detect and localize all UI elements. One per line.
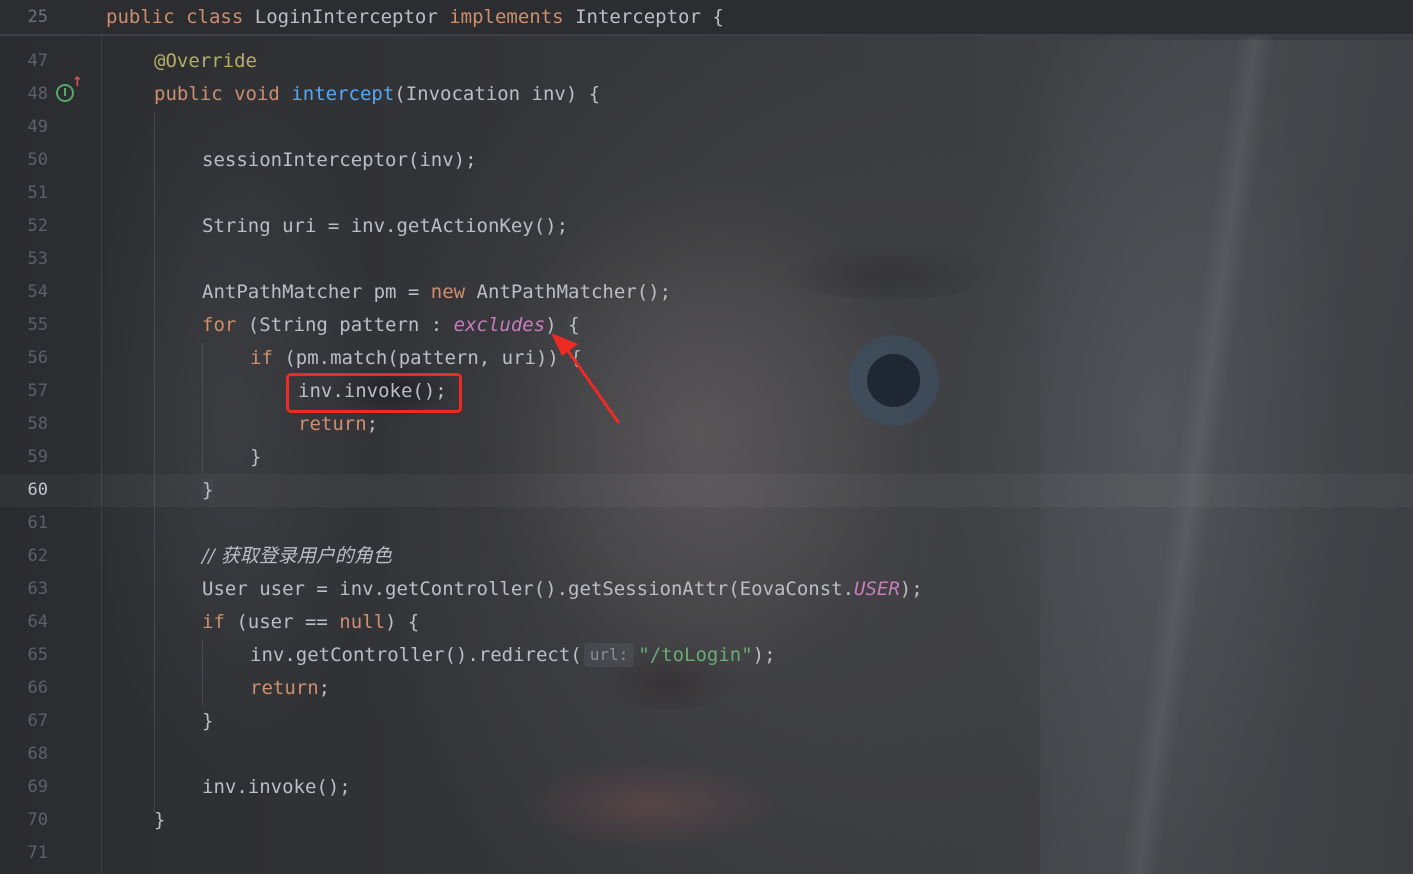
line-number: 25 bbox=[27, 7, 48, 27]
annotation-arrow-head bbox=[551, 333, 578, 356]
code-editor[interactable]: 25 public class LoginInterceptor impleme… bbox=[0, 0, 1413, 874]
interface-name: Interceptor { bbox=[575, 6, 724, 28]
keyword: implements bbox=[449, 6, 564, 28]
keyword: class bbox=[186, 6, 244, 28]
annotation-arrow bbox=[551, 333, 620, 424]
keyword: public bbox=[106, 6, 175, 28]
code-line[interactable]: public class LoginInterceptor implements… bbox=[106, 0, 724, 34]
class-name: LoginInterceptor bbox=[254, 6, 438, 28]
annotation-arrow-shaft bbox=[564, 346, 620, 424]
sticky-scroll-header[interactable]: 25 public class LoginInterceptor impleme… bbox=[0, 0, 1413, 36]
